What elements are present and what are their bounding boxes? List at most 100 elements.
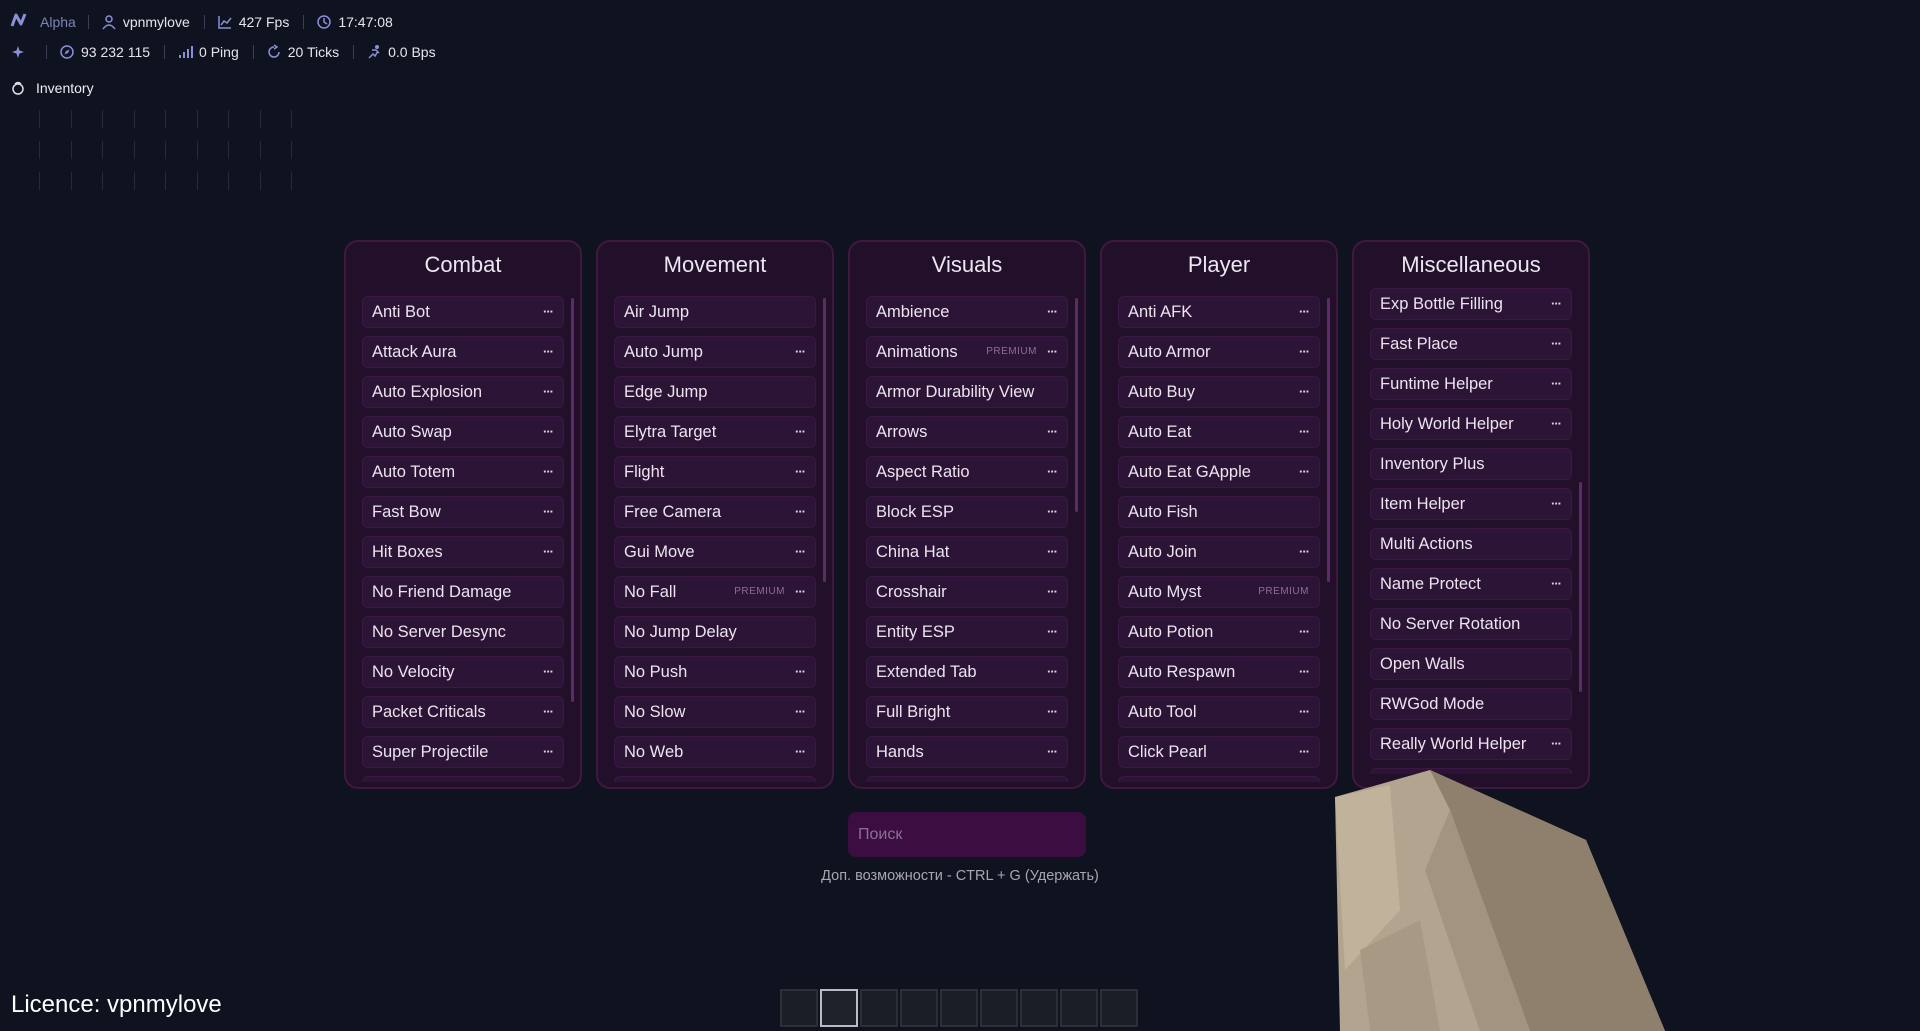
module-partial[interactable] xyxy=(362,776,564,782)
module-open-walls[interactable]: Open Walls xyxy=(1370,648,1572,680)
hotbar-slot[interactable] xyxy=(1100,989,1138,1027)
more-options-icon[interactable]: ··· xyxy=(1299,744,1310,759)
more-options-icon[interactable]: ··· xyxy=(543,504,554,519)
module-no-server-desync[interactable]: No Server Desync xyxy=(362,616,564,648)
module-flight[interactable]: Flight ··· xyxy=(614,456,816,488)
more-options-icon[interactable]: ··· xyxy=(1299,624,1310,639)
more-options-icon[interactable]: ··· xyxy=(1047,544,1058,559)
more-options-icon[interactable]: ··· xyxy=(1551,376,1562,391)
more-options-icon[interactable]: ··· xyxy=(795,664,806,679)
more-options-icon[interactable]: ··· xyxy=(1047,584,1058,599)
more-options-icon[interactable]: ··· xyxy=(795,704,806,719)
more-options-icon[interactable]: ··· xyxy=(1299,704,1310,719)
more-options-icon[interactable]: ··· xyxy=(795,344,806,359)
module-anti-bot[interactable]: Anti Bot ··· xyxy=(362,296,564,328)
more-options-icon[interactable]: ··· xyxy=(1299,424,1310,439)
more-options-icon[interactable]: ··· xyxy=(1047,344,1058,359)
module-click-pearl[interactable]: Click Pearl ··· xyxy=(1118,736,1320,768)
module-exp-bottle-filling[interactable]: Exp Bottle Filling ··· xyxy=(1370,288,1572,320)
module-no-jump-delay[interactable]: No Jump Delay xyxy=(614,616,816,648)
more-options-icon[interactable]: ··· xyxy=(1047,504,1058,519)
module-auto-armor[interactable]: Auto Armor ··· xyxy=(1118,336,1320,368)
module-no-velocity[interactable]: No Velocity ··· xyxy=(362,656,564,688)
module-auto-potion[interactable]: Auto Potion ··· xyxy=(1118,616,1320,648)
module-funtime-helper[interactable]: Funtime Helper ··· xyxy=(1370,368,1572,400)
more-options-icon[interactable]: ··· xyxy=(543,544,554,559)
module-armor-durability-view[interactable]: Armor Durability View xyxy=(866,376,1068,408)
module-multi-actions[interactable]: Multi Actions xyxy=(1370,528,1572,560)
more-options-icon[interactable]: ··· xyxy=(1299,344,1310,359)
more-options-icon[interactable]: ··· xyxy=(543,464,554,479)
hotbar-slot[interactable] xyxy=(1020,989,1058,1027)
module-no-web[interactable]: No Web ··· xyxy=(614,736,816,768)
module-auto-jump[interactable]: Auto Jump ··· xyxy=(614,336,816,368)
more-options-icon[interactable]: ··· xyxy=(1299,544,1310,559)
hotbar-slot[interactable] xyxy=(1060,989,1098,1027)
scrollbar[interactable] xyxy=(823,298,826,582)
module-auto-respawn[interactable]: Auto Respawn ··· xyxy=(1118,656,1320,688)
module-auto-buy[interactable]: Auto Buy ··· xyxy=(1118,376,1320,408)
more-options-icon[interactable]: ··· xyxy=(795,544,806,559)
more-options-icon[interactable]: ··· xyxy=(1047,464,1058,479)
module-anti-afk[interactable]: Anti AFK ··· xyxy=(1118,296,1320,328)
more-options-icon[interactable]: ··· xyxy=(543,664,554,679)
module-entity-esp[interactable]: Entity ESP ··· xyxy=(866,616,1068,648)
module-block-esp[interactable]: Block ESP ··· xyxy=(866,496,1068,528)
hotbar-slot[interactable] xyxy=(940,989,978,1027)
more-options-icon[interactable]: ··· xyxy=(1047,664,1058,679)
module-no-push[interactable]: No Push ··· xyxy=(614,656,816,688)
more-options-icon[interactable]: ··· xyxy=(795,464,806,479)
module-hit-boxes[interactable]: Hit Boxes ··· xyxy=(362,536,564,568)
more-options-icon[interactable]: ··· xyxy=(1299,384,1310,399)
more-options-icon[interactable]: ··· xyxy=(543,304,554,319)
scrollbar[interactable] xyxy=(1327,298,1330,582)
module-partial[interactable] xyxy=(866,776,1068,782)
module-fast-place[interactable]: Fast Place ··· xyxy=(1370,328,1572,360)
scrollbar[interactable] xyxy=(571,298,574,702)
more-options-icon[interactable]: ··· xyxy=(1299,664,1310,679)
module-arrows[interactable]: Arrows ··· xyxy=(866,416,1068,448)
module-super-projectile[interactable]: Super Projectile ··· xyxy=(362,736,564,768)
module-free-camera[interactable]: Free Camera ··· xyxy=(614,496,816,528)
module-auto-swap[interactable]: Auto Swap ··· xyxy=(362,416,564,448)
scrollbar[interactable] xyxy=(1579,482,1582,692)
module-full-bright[interactable]: Full Bright ··· xyxy=(866,696,1068,728)
hotbar-slot[interactable] xyxy=(900,989,938,1027)
module-no-friend-damage[interactable]: No Friend Damage xyxy=(362,576,564,608)
module-auto-tool[interactable]: Auto Tool ··· xyxy=(1118,696,1320,728)
hotbar-slot[interactable] xyxy=(820,989,858,1027)
hotbar-slot[interactable] xyxy=(860,989,898,1027)
module-china-hat[interactable]: China Hat ··· xyxy=(866,536,1068,568)
more-options-icon[interactable]: ··· xyxy=(1047,744,1058,759)
more-options-icon[interactable]: ··· xyxy=(795,504,806,519)
more-options-icon[interactable]: ··· xyxy=(1551,336,1562,351)
module-hands[interactable]: Hands ··· xyxy=(866,736,1068,768)
module-fast-bow[interactable]: Fast Bow ··· xyxy=(362,496,564,528)
module-crosshair[interactable]: Crosshair ··· xyxy=(866,576,1068,608)
more-options-icon[interactable]: ··· xyxy=(1047,424,1058,439)
more-options-icon[interactable]: ··· xyxy=(795,584,806,599)
module-inventory-plus[interactable]: Inventory Plus xyxy=(1370,448,1572,480)
more-options-icon[interactable]: ··· xyxy=(1299,464,1310,479)
scrollbar[interactable] xyxy=(1075,298,1078,512)
more-options-icon[interactable]: ··· xyxy=(1047,704,1058,719)
module-partial[interactable] xyxy=(614,776,816,782)
module-auto-totem[interactable]: Auto Totem ··· xyxy=(362,456,564,488)
module-attack-aura[interactable]: Attack Aura ··· xyxy=(362,336,564,368)
module-no-server-rotation[interactable]: No Server Rotation xyxy=(1370,608,1572,640)
more-options-icon[interactable]: ··· xyxy=(543,344,554,359)
hotbar-slot[interactable] xyxy=(780,989,818,1027)
module-auto-fish[interactable]: Auto Fish xyxy=(1118,496,1320,528)
module-auto-myst[interactable]: Auto Myst PREMIUM xyxy=(1118,576,1320,608)
more-options-icon[interactable]: ··· xyxy=(1047,304,1058,319)
module-packet-criticals[interactable]: Packet Criticals ··· xyxy=(362,696,564,728)
module-elytra-target[interactable]: Elytra Target ··· xyxy=(614,416,816,448)
module-animations[interactable]: Animations PREMIUM ··· xyxy=(866,336,1068,368)
module-no-fall[interactable]: No Fall PREMIUM ··· xyxy=(614,576,816,608)
more-options-icon[interactable]: ··· xyxy=(1551,296,1562,311)
module-no-slow[interactable]: No Slow ··· xyxy=(614,696,816,728)
module-edge-jump[interactable]: Edge Jump xyxy=(614,376,816,408)
more-options-icon[interactable]: ··· xyxy=(1551,496,1562,511)
more-options-icon[interactable]: ··· xyxy=(543,384,554,399)
module-gui-move[interactable]: Gui Move ··· xyxy=(614,536,816,568)
